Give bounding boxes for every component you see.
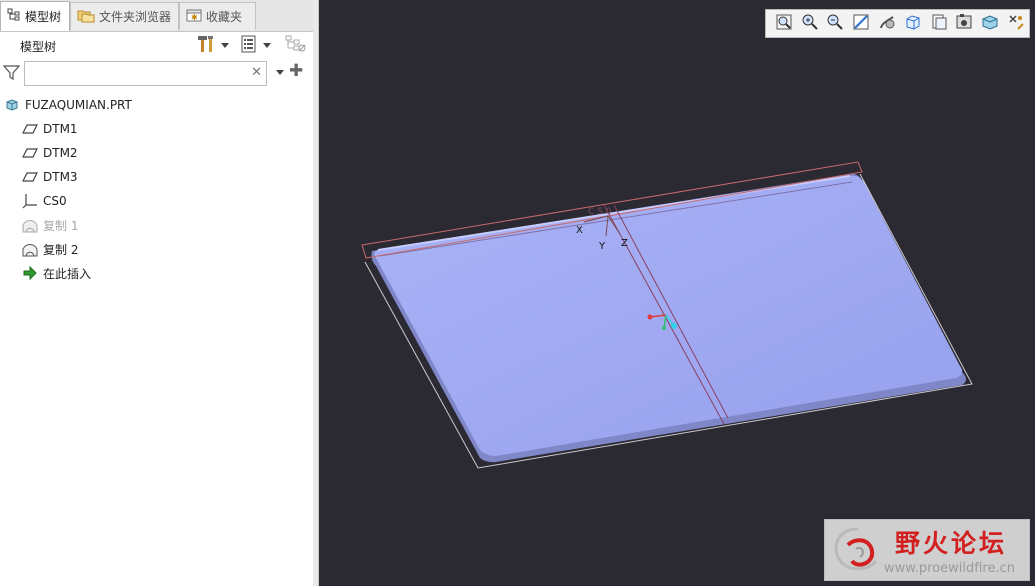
tree-columns-icon — [285, 34, 307, 57]
tree-item-part[interactable]: FUZAQUMIAN.PRT — [4, 94, 132, 116]
folder-browser-icon — [77, 7, 95, 26]
watermark-title: 野火论坛 — [895, 529, 1008, 558]
list-view-icon — [240, 34, 258, 57]
zoom-in-button[interactable] — [797, 12, 823, 36]
section-view-icon — [981, 13, 999, 34]
model-tree-header: 模型树 — [0, 31, 313, 59]
perspective-button[interactable] — [952, 12, 978, 36]
datum-plane-icon — [22, 121, 38, 137]
tree-search-input[interactable] — [27, 64, 249, 83]
datum-plane-icon — [22, 169, 38, 185]
graphics-view-toolbar — [765, 9, 1030, 38]
tree-settings-button[interactable] — [196, 34, 229, 56]
graphics-viewport[interactable]: X Y Z C S 0 — [319, 0, 1035, 586]
axis-label-z: Z — [621, 238, 628, 249]
axis-label-x: X — [576, 225, 583, 236]
tab-favorites[interactable]: ✱ 收藏夹 — [179, 2, 256, 30]
tree-item-label: 复制 1 — [43, 218, 79, 233]
surface-body — [374, 175, 963, 456]
watermark-url: www.proewildfire.cn — [884, 561, 1015, 576]
view-manager-icon — [930, 13, 948, 34]
tree-item-copy-1[interactable]: 复制 1 — [22, 214, 78, 236]
tree-item-label: DTM1 — [43, 122, 78, 136]
tree-item-label: 复制 2 — [43, 242, 79, 257]
tree-item-copy-2[interactable]: 复制 2 — [22, 238, 78, 260]
datum-plane-icon — [22, 145, 38, 161]
tree-show-button[interactable] — [240, 34, 271, 56]
tab-label: 模型树 — [25, 10, 62, 24]
tab-model-tree[interactable]: 模型树 — [0, 1, 70, 31]
filter-funnel-icon[interactable] — [2, 64, 21, 84]
chevron-down-icon[interactable] — [276, 70, 284, 75]
chevron-down-icon — [263, 42, 271, 48]
copy-feature-icon — [22, 217, 38, 233]
favorites-icon: ✱ — [186, 8, 202, 25]
navigator-panel: 模型树 文件夹浏览器 ✱ 收藏夹 模型树 ✕ ✚ FUZAQUMIAN.PRT … — [0, 0, 314, 586]
section-view-button[interactable] — [977, 12, 1003, 36]
annotation-display-icon — [1007, 13, 1025, 34]
tree-item-dtm2[interactable]: DTM2 — [22, 142, 78, 164]
tree-search-box: ✕ — [24, 61, 267, 86]
tree-item-insert-here[interactable]: 在此插入 — [22, 262, 91, 284]
perspective-icon — [955, 13, 973, 34]
tree-item-label: FUZAQUMIAN.PRT — [25, 98, 132, 112]
coordinate-system-icon — [22, 193, 38, 209]
annotation-display-button[interactable] — [1003, 12, 1029, 36]
tab-folder-browser[interactable]: 文件夹浏览器 — [70, 2, 179, 30]
part-icon — [4, 97, 20, 113]
tree-item-label: DTM2 — [43, 146, 78, 160]
tree-item-dtm1[interactable]: DTM1 — [22, 118, 78, 140]
add-icon[interactable]: ✚ — [289, 61, 303, 81]
tab-label: 文件夹浏览器 — [99, 10, 172, 24]
model-view-canvas[interactable]: X Y Z C S 0 — [319, 0, 1035, 586]
tree-columns-button[interactable] — [285, 34, 307, 56]
copy-feature-icon — [22, 241, 38, 257]
tree-item-dtm3[interactable]: DTM3 — [22, 166, 78, 188]
close-icon[interactable]: ✕ — [251, 65, 262, 80]
navigator-tab-bar: 模型树 文件夹浏览器 ✱ 收藏夹 — [0, 0, 313, 32]
refit-button[interactable] — [771, 12, 797, 36]
saved-orientations-button[interactable] — [900, 12, 926, 36]
refit-icon — [775, 13, 793, 34]
repaint-icon — [852, 13, 870, 34]
saved-orientations-icon — [904, 13, 922, 34]
insert-here-arrow-icon — [22, 265, 38, 281]
tree-item-label: 在此插入 — [43, 266, 92, 281]
tree-item-label: CS0 — [43, 194, 67, 208]
model-tree-title: 模型树 — [20, 40, 57, 54]
zoom-out-button[interactable] — [823, 12, 849, 36]
zoom-in-icon — [801, 13, 819, 34]
fire-logo-icon — [828, 523, 890, 582]
tab-label: 收藏夹 — [206, 10, 243, 24]
display-style-button[interactable] — [874, 12, 900, 36]
repaint-button[interactable] — [848, 12, 874, 36]
zoom-out-icon — [826, 13, 844, 34]
tree-item-label: DTM3 — [43, 170, 78, 184]
display-style-icon — [878, 13, 896, 34]
svg-text:✱: ✱ — [191, 13, 198, 22]
axis-label-y: Y — [598, 241, 606, 252]
view-manager-button[interactable] — [926, 12, 952, 36]
model-tree-icon — [7, 8, 21, 25]
forum-watermark: 野火论坛 www.proewildfire.cn — [824, 519, 1030, 581]
hammer-tools-icon — [196, 34, 216, 57]
csys-name-tag: C S 0 — [588, 207, 612, 217]
tree-filter-row: ✕ ✚ — [0, 60, 313, 88]
tree-item-cs0[interactable]: CS0 — [22, 190, 67, 212]
chevron-down-icon — [221, 42, 229, 48]
